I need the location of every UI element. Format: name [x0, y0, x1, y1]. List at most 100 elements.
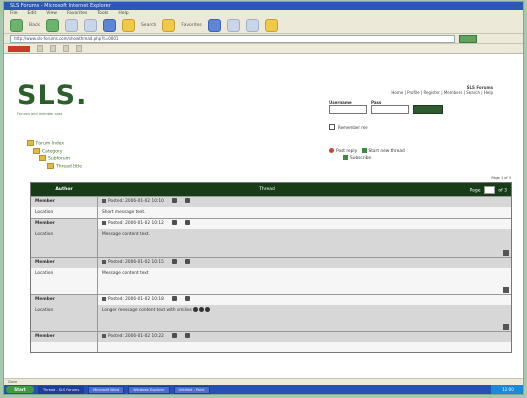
table-row: Member Location Posted: 2006-01-02 10:15… — [31, 257, 511, 294]
post-icon — [102, 296, 106, 301]
username-input[interactable] — [329, 105, 367, 114]
menu-file[interactable]: File — [10, 10, 18, 17]
stop-icon[interactable] — [64, 18, 78, 32]
post-message: Message content text — [102, 271, 149, 276]
author-header: Author — [55, 187, 73, 192]
menu-view[interactable]: View — [46, 10, 57, 17]
taskbar-item[interactable]: Microsoft Word — [88, 385, 125, 394]
post-reply-link[interactable]: Post reply — [336, 149, 357, 154]
post-message: Short message text. — [102, 210, 146, 215]
quote-icon[interactable] — [171, 259, 177, 264]
post-location: Location — [35, 232, 54, 237]
breadcrumb-item[interactable]: Thread title — [56, 164, 82, 169]
post-author[interactable]: Member — [31, 332, 97, 342]
refresh-icon[interactable] — [83, 18, 97, 32]
start-button[interactable]: Start — [6, 386, 34, 393]
post-icon — [102, 220, 106, 225]
breadcrumb: Forum Index Category Subforum Thread tit… — [27, 140, 82, 170]
post-author[interactable]: Member — [31, 295, 97, 305]
go-button[interactable] — [459, 34, 477, 43]
post-location: Location — [35, 271, 54, 276]
reply-icon — [329, 148, 334, 153]
profile-icon[interactable] — [503, 250, 509, 256]
pager-of: of 3 — [498, 188, 507, 193]
media-icon[interactable] — [207, 18, 221, 32]
thread-actions: Post reply Start new thread Subscribe — [329, 148, 405, 162]
taskbar-item[interactable]: Windows Explorer — [128, 385, 170, 394]
post-author[interactable]: Member — [31, 258, 97, 268]
page-input[interactable] — [483, 185, 495, 194]
menu-edit[interactable]: Edit — [28, 10, 37, 17]
window-title: SLS Forums - Microsoft Internet Explorer — [4, 2, 523, 10]
password-input[interactable] — [371, 105, 409, 114]
login-form: Username Pass — [329, 100, 443, 114]
site-tagline: Forums and member area — [17, 112, 63, 116]
breadcrumb-item[interactable]: Forum Index — [36, 142, 64, 147]
address-input[interactable]: http://www.sls-forums.com/showthread.php… — [10, 34, 455, 43]
pager: Page of 3 — [437, 185, 511, 194]
back-label: Back — [29, 22, 40, 28]
top-nav-links[interactable]: Home | Profile | Register | Members | Se… — [323, 90, 493, 95]
pager-label: Page — [469, 188, 481, 193]
folder-icon — [33, 147, 40, 154]
page-indicator: Page 1 of 3 — [491, 176, 511, 180]
mail-icon[interactable] — [226, 18, 240, 32]
edit-icon[interactable] — [184, 198, 190, 203]
menu-favorites[interactable]: Favorites — [67, 10, 87, 17]
menu-help[interactable]: Help — [118, 10, 128, 17]
profile-icon[interactable] — [503, 287, 509, 293]
folder-icon[interactable] — [264, 18, 278, 32]
post-message — [98, 342, 511, 352]
quote-icon[interactable] — [171, 333, 177, 338]
breadcrumb-item[interactable]: Subforum — [48, 157, 70, 162]
browser-window: SLS Forums - Microsoft Internet Explorer… — [4, 2, 523, 394]
link-chip-4[interactable] — [76, 45, 82, 52]
post-author[interactable]: Member — [31, 197, 97, 207]
quote-icon[interactable] — [171, 220, 177, 225]
favorites-icon[interactable] — [162, 18, 176, 32]
post-date: Posted: 2006-01-02 10:10 — [108, 199, 164, 204]
menu-bar: File Edit View Favorites Tools Help — [4, 10, 523, 17]
table-row: Member Posted: 2006-01-02 10:22 — [31, 331, 511, 352]
taskbar: Start Thread - SLS Forums Microsoft Word… — [4, 385, 523, 394]
edit-icon[interactable] — [184, 259, 190, 264]
taskbar-item[interactable]: Thread - SLS Forums — [38, 385, 85, 394]
site-logo[interactable]: SLS. — [17, 80, 87, 111]
edit-icon[interactable] — [184, 333, 190, 338]
print-icon[interactable] — [245, 18, 259, 32]
new-thread-link[interactable]: Start new thread — [369, 149, 405, 154]
post-message: Longer message content text with smilies — [102, 308, 192, 313]
login-button[interactable] — [413, 105, 443, 114]
post-icon — [102, 259, 106, 264]
links-bar — [4, 44, 523, 54]
edit-icon[interactable] — [184, 296, 190, 301]
taskbar-item[interactable]: Untitled - Paint — [173, 385, 210, 394]
links-badge[interactable] — [8, 45, 30, 52]
browser-toolbar: Back Search Favorites — [4, 17, 523, 34]
remember-row: Remember me — [329, 124, 368, 130]
quote-icon[interactable] — [171, 296, 177, 301]
clock: 12:00 — [491, 385, 523, 394]
post-date: Posted: 2006-01-02 10:12 — [108, 221, 164, 226]
home-icon[interactable] — [102, 18, 116, 32]
login-header: SLS Forums Home | Profile | Register | M… — [323, 85, 493, 95]
profile-icon[interactable] — [503, 324, 509, 330]
edit-icon[interactable] — [184, 220, 190, 225]
back-icon[interactable] — [10, 18, 23, 32]
search-icon[interactable] — [121, 18, 135, 32]
link-chip-3[interactable] — [63, 45, 69, 52]
smiley-icon — [204, 307, 210, 312]
address-bar: http://www.sls-forums.com/showthread.php… — [4, 34, 523, 44]
link-chip-2[interactable] — [50, 45, 56, 52]
table-row: Member Location Posted: 2006-01-02 10:10… — [31, 196, 511, 218]
link-chip-1[interactable] — [37, 45, 43, 52]
forward-icon[interactable] — [45, 18, 59, 32]
subscribe-icon — [343, 155, 348, 160]
smiley-icon — [192, 307, 198, 312]
subscribe-link[interactable]: Subscribe — [350, 156, 371, 161]
menu-tools[interactable]: Tools — [97, 10, 108, 17]
quote-icon[interactable] — [171, 198, 177, 203]
post-author[interactable]: Member — [31, 219, 97, 229]
remember-checkbox[interactable] — [329, 124, 335, 130]
breadcrumb-item[interactable]: Category — [42, 149, 63, 154]
